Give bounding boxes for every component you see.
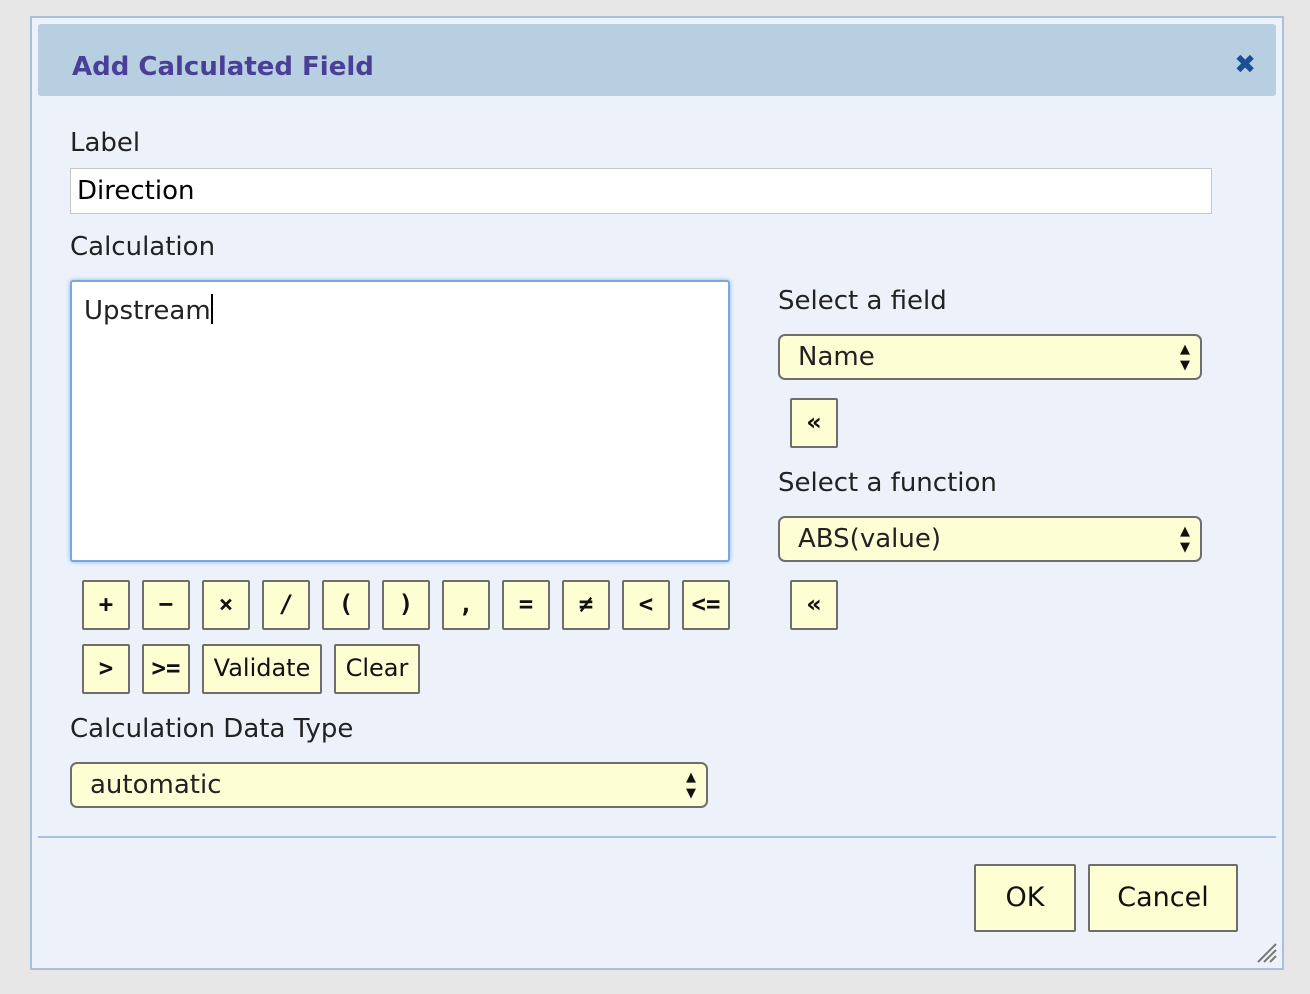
data-type-value: automatic [90, 770, 222, 800]
comma-button[interactable]: , [442, 580, 490, 630]
footer-divider [38, 836, 1276, 838]
field-select[interactable]: Name ▲ ▼ [778, 334, 1202, 380]
close-paren-button[interactable]: ) [382, 580, 430, 630]
minus-button[interactable]: − [142, 580, 190, 630]
close-icon[interactable]: ✖ [1234, 52, 1256, 78]
less-than-button[interactable]: < [622, 580, 670, 630]
select-field-label: Select a field [778, 286, 947, 316]
select-arrows-icon: ▲ ▼ [686, 770, 696, 801]
select-function-label: Select a function [778, 468, 997, 498]
validate-button[interactable]: Validate [202, 644, 322, 694]
label-input[interactable] [70, 168, 1212, 214]
greater-than-button[interactable]: > [82, 644, 130, 694]
calculation-label: Calculation [70, 232, 216, 262]
select-arrows-icon: ▲ ▼ [1180, 342, 1190, 373]
clear-button[interactable]: Clear [334, 644, 420, 694]
data-type-label: Calculation Data Type [70, 714, 354, 744]
calculation-text: Upstream [84, 296, 211, 326]
greater-equal-button[interactable]: >= [142, 644, 190, 694]
add-calculated-field-dialog: Add Calculated Field ✖ Label Calculation… [30, 16, 1284, 970]
label-field-label: Label [70, 128, 141, 158]
insert-field-button[interactable]: « [790, 398, 838, 448]
dialog-title: Add Calculated Field [72, 52, 374, 82]
equals-button[interactable]: = [502, 580, 550, 630]
resize-grip-icon[interactable] [1254, 940, 1278, 964]
calculation-textarea[interactable]: Upstream [70, 280, 730, 562]
ok-button[interactable]: OK [974, 864, 1076, 932]
not-equals-button[interactable]: ≠ [562, 580, 610, 630]
text-caret [210, 294, 213, 324]
multiply-button[interactable]: × [202, 580, 250, 630]
function-select[interactable]: ABS(value) ▲ ▼ [778, 516, 1202, 562]
divide-button[interactable]: / [262, 580, 310, 630]
dialog-titlebar[interactable]: Add Calculated Field ✖ [38, 24, 1276, 96]
insert-function-button[interactable]: « [790, 580, 838, 630]
data-type-select[interactable]: automatic ▲ ▼ [70, 762, 708, 808]
less-equal-button[interactable]: <= [682, 580, 730, 630]
select-arrows-icon: ▲ ▼ [1180, 524, 1190, 555]
cancel-button[interactable]: Cancel [1088, 864, 1238, 932]
field-select-value: Name [798, 342, 875, 372]
function-select-value: ABS(value) [798, 524, 941, 554]
plus-button[interactable]: + [82, 580, 130, 630]
open-paren-button[interactable]: ( [322, 580, 370, 630]
